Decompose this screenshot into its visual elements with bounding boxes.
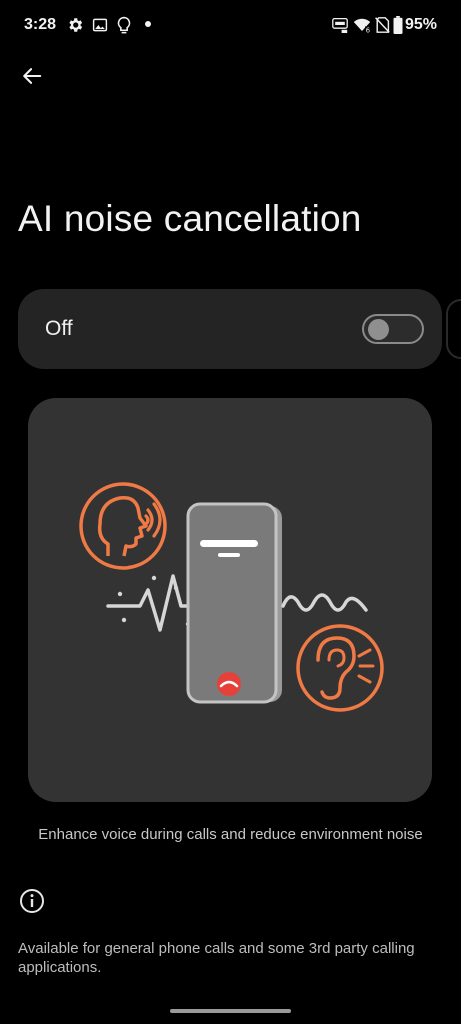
status-time: 3:28 (24, 16, 57, 33)
feature-description: Enhance voice during calls and reduce en… (38, 826, 423, 843)
clean-voice-wave (281, 593, 368, 612)
dot-icon (145, 21, 151, 27)
no-sim-icon (375, 17, 390, 33)
illustration (28, 398, 432, 802)
battery-icon (393, 16, 403, 34)
toggle-state-label: Off (45, 317, 73, 340)
settings-icon (69, 18, 83, 32)
auto-brightness-icon (332, 17, 348, 33)
noise-cancellation-switch[interactable] (362, 314, 424, 344)
info-icon (20, 889, 44, 913)
wifi-icon: 6 (353, 18, 371, 35)
back-button[interactable] (12, 56, 52, 96)
home-indicator[interactable] (170, 1009, 291, 1013)
page-title: AI noise cancellation (18, 198, 362, 239)
gallery-icon (92, 18, 108, 32)
status-bar: 3:28 6 95% (0, 0, 461, 52)
svg-text:6: 6 (366, 27, 370, 35)
availability-note: Available for general phone calls and so… (18, 940, 415, 976)
switch-knob (368, 319, 389, 340)
phone-icon (186, 502, 282, 704)
ear-icon (296, 624, 384, 712)
next-card-edge (446, 299, 461, 359)
arrow-left-icon (23, 68, 42, 84)
lightbulb-icon (117, 16, 131, 34)
speaking-head-icon (79, 482, 167, 570)
battery-percent: 95% (404, 16, 437, 33)
noise-cancellation-toggle-row[interactable]: Off (18, 289, 442, 369)
